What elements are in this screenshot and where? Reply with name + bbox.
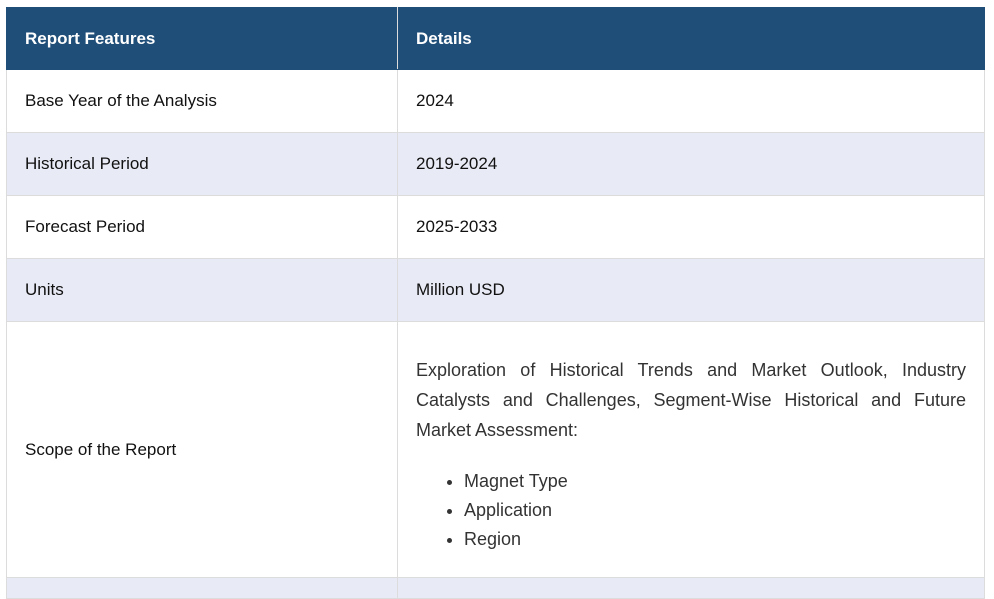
details-cell: Million USD <box>397 258 985 322</box>
feature-cell: Base Year of the Analysis <box>6 69 398 133</box>
details-cell-empty <box>397 577 985 599</box>
details-cell: 2025-2033 <box>397 195 985 259</box>
list-item: Magnet Type <box>464 467 966 496</box>
feature-cell: Units <box>6 258 398 322</box>
table-row: Historical Period 2019-2024 <box>6 132 985 196</box>
scope-details-cell: Exploration of Historical Trends and Mar… <box>397 321 985 578</box>
feature-cell-empty <box>6 577 398 599</box>
header-details: Details <box>397 7 985 70</box>
report-features-table: Report Features Details Base Year of the… <box>6 7 985 599</box>
report-features-table-container: Report Features Details Base Year of the… <box>6 7 985 599</box>
feature-cell: Scope of the Report <box>6 321 398 578</box>
scope-list: Magnet Type Application Region <box>416 467 966 554</box>
header-row: Report Features Details <box>6 7 985 70</box>
feature-cell: Historical Period <box>6 132 398 196</box>
table-header: Report Features Details <box>6 7 985 70</box>
table-row: Base Year of the Analysis 2024 <box>6 69 985 133</box>
details-cell: 2019-2024 <box>397 132 985 196</box>
list-item: Region <box>464 525 966 554</box>
table-row-scope: Scope of the Report Exploration of Histo… <box>6 321 985 578</box>
header-report-features: Report Features <box>6 7 398 70</box>
table-row: Forecast Period 2025-2033 <box>6 195 985 259</box>
table-row: Units Million USD <box>6 258 985 322</box>
list-item: Application <box>464 496 966 525</box>
scope-description: Exploration of Historical Trends and Mar… <box>416 360 966 440</box>
table-body: Base Year of the Analysis 2024 Historica… <box>6 69 985 599</box>
table-row-partial <box>6 577 985 599</box>
feature-cell: Forecast Period <box>6 195 398 259</box>
details-cell: 2024 <box>397 69 985 133</box>
